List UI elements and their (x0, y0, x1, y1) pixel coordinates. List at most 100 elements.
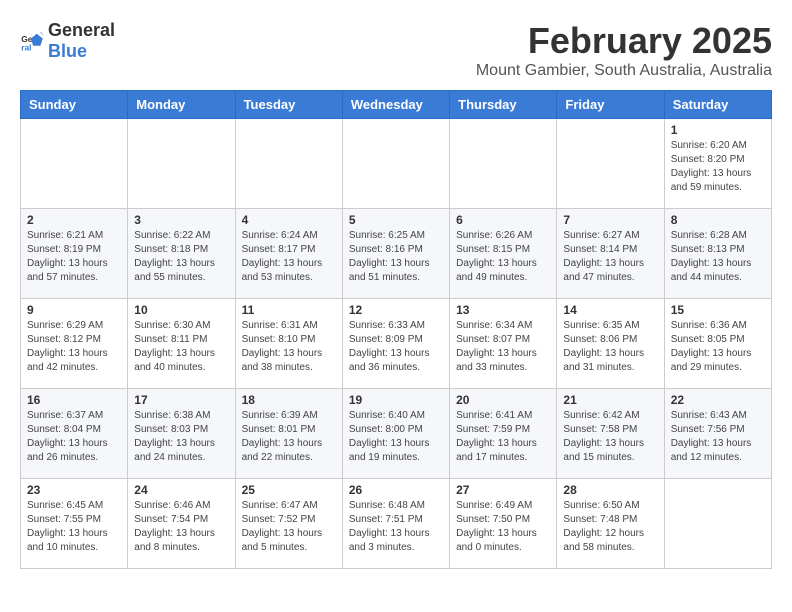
day-number: 20 (456, 393, 550, 407)
day-number: 19 (349, 393, 443, 407)
calendar-cell: 17 Sunrise: 6:38 AM Sunset: 8:03 PM Dayli… (128, 389, 235, 479)
day-info: Sunrise: 6:24 AM Sunset: 8:17 PM Dayligh… (242, 229, 336, 285)
day-number: 11 (242, 303, 336, 317)
day-info: Sunrise: 6:50 AM Sunset: 7:48 PM Dayligh… (563, 499, 657, 555)
title-area: February 2025 Mount Gambier, South Austr… (476, 20, 772, 80)
day-number: 23 (27, 483, 121, 497)
day-info: Sunrise: 6:33 AM Sunset: 8:09 PM Dayligh… (349, 319, 443, 375)
day-info: Sunrise: 6:28 AM Sunset: 8:13 PM Dayligh… (671, 229, 765, 285)
weekday-header: Friday (557, 91, 664, 119)
logo: Gene ral General Blue (20, 20, 115, 62)
day-info: Sunrise: 6:30 AM Sunset: 8:11 PM Dayligh… (134, 319, 228, 375)
calendar-header-row: SundayMondayTuesdayWednesdayThursdayFrid… (21, 91, 772, 119)
calendar-cell: 15 Sunrise: 6:36 AM Sunset: 8:05 PM Dayli… (664, 299, 771, 389)
day-number: 24 (134, 483, 228, 497)
day-number: 28 (563, 483, 657, 497)
calendar-week-row: 1 Sunrise: 6:20 AM Sunset: 8:20 PM Daylig… (21, 119, 772, 209)
calendar-cell (342, 119, 449, 209)
day-info: Sunrise: 6:26 AM Sunset: 8:15 PM Dayligh… (456, 229, 550, 285)
day-number: 14 (563, 303, 657, 317)
day-number: 8 (671, 213, 765, 227)
calendar-table: SundayMondayTuesdayWednesdayThursdayFrid… (20, 90, 772, 569)
logo-blue: Blue (48, 41, 87, 61)
day-number: 15 (671, 303, 765, 317)
calendar-cell: 5 Sunrise: 6:25 AM Sunset: 8:16 PM Daylig… (342, 209, 449, 299)
day-info: Sunrise: 6:37 AM Sunset: 8:04 PM Dayligh… (27, 409, 121, 465)
day-info: Sunrise: 6:25 AM Sunset: 8:16 PM Dayligh… (349, 229, 443, 285)
day-number: 2 (27, 213, 121, 227)
calendar-week-row: 9 Sunrise: 6:29 AM Sunset: 8:12 PM Daylig… (21, 299, 772, 389)
calendar-cell (557, 119, 664, 209)
day-number: 4 (242, 213, 336, 227)
calendar-cell: 23 Sunrise: 6:45 AM Sunset: 7:55 PM Dayli… (21, 479, 128, 569)
day-number: 7 (563, 213, 657, 227)
calendar-cell: 9 Sunrise: 6:29 AM Sunset: 8:12 PM Daylig… (21, 299, 128, 389)
calendar-cell: 21Sunrise: 6:42 AM Sunset: 7:58 PM Dayli… (557, 389, 664, 479)
day-info: Sunrise: 6:49 AM Sunset: 7:50 PM Dayligh… (456, 499, 550, 555)
day-number: 25 (242, 483, 336, 497)
calendar-cell: 18Sunrise: 6:39 AM Sunset: 8:01 PM Dayli… (235, 389, 342, 479)
calendar-cell (21, 119, 128, 209)
day-info: Sunrise: 6:21 AM Sunset: 8:19 PM Dayligh… (27, 229, 121, 285)
weekday-header: Tuesday (235, 91, 342, 119)
calendar-cell: 8 Sunrise: 6:28 AM Sunset: 8:13 PM Daylig… (664, 209, 771, 299)
day-number: 9 (27, 303, 121, 317)
day-info: Sunrise: 6:34 AM Sunset: 8:07 PM Dayligh… (456, 319, 550, 375)
day-number: 27 (456, 483, 550, 497)
calendar-cell: 16Sunrise: 6:37 AM Sunset: 8:04 PM Dayli… (21, 389, 128, 479)
day-number: 12 (349, 303, 443, 317)
day-info: Sunrise: 6:38 AM Sunset: 8:03 PM Dayligh… (134, 409, 228, 465)
day-info: Sunrise: 6:41 AM Sunset: 7:59 PM Dayligh… (456, 409, 550, 465)
calendar-cell: 7 Sunrise: 6:27 AM Sunset: 8:14 PM Daylig… (557, 209, 664, 299)
day-number: 1 (671, 123, 765, 137)
calendar-cell (664, 479, 771, 569)
day-info: Sunrise: 6:47 AM Sunset: 7:52 PM Dayligh… (242, 499, 336, 555)
calendar-cell: 26 Sunrise: 6:48 AM Sunset: 7:51 PM Dayli… (342, 479, 449, 569)
svg-text:ral: ral (21, 43, 31, 53)
calendar-week-row: 23 Sunrise: 6:45 AM Sunset: 7:55 PM Dayli… (21, 479, 772, 569)
calendar-cell: 3 Sunrise: 6:22 AM Sunset: 8:18 PM Daylig… (128, 209, 235, 299)
day-number: 17 (134, 393, 228, 407)
calendar-cell: 20 Sunrise: 6:41 AM Sunset: 7:59 PM Dayli… (450, 389, 557, 479)
calendar-cell: 10 Sunrise: 6:30 AM Sunset: 8:11 PM Dayli… (128, 299, 235, 389)
day-info: Sunrise: 6:20 AM Sunset: 8:20 PM Dayligh… (671, 139, 765, 195)
calendar-cell: 2 Sunrise: 6:21 AM Sunset: 8:19 PM Daylig… (21, 209, 128, 299)
weekday-header: Saturday (664, 91, 771, 119)
day-number: 5 (349, 213, 443, 227)
calendar-cell: 6 Sunrise: 6:26 AM Sunset: 8:15 PM Daylig… (450, 209, 557, 299)
day-number: 13 (456, 303, 550, 317)
header: Gene ral General Blue February 2025 Moun… (20, 20, 772, 80)
day-info: Sunrise: 6:40 AM Sunset: 8:00 PM Dayligh… (349, 409, 443, 465)
day-number: 10 (134, 303, 228, 317)
day-info: Sunrise: 6:36 AM Sunset: 8:05 PM Dayligh… (671, 319, 765, 375)
calendar-cell (450, 119, 557, 209)
day-number: 3 (134, 213, 228, 227)
logo-general: General (48, 20, 115, 40)
day-info: Sunrise: 6:31 AM Sunset: 8:10 PM Dayligh… (242, 319, 336, 375)
day-info: Sunrise: 6:22 AM Sunset: 8:18 PM Dayligh… (134, 229, 228, 285)
calendar-cell: 24Sunrise: 6:46 AM Sunset: 7:54 PM Dayli… (128, 479, 235, 569)
calendar-cell: 13 Sunrise: 6:34 AM Sunset: 8:07 PM Dayli… (450, 299, 557, 389)
day-info: Sunrise: 6:48 AM Sunset: 7:51 PM Dayligh… (349, 499, 443, 555)
weekday-header: Sunday (21, 91, 128, 119)
day-info: Sunrise: 6:45 AM Sunset: 7:55 PM Dayligh… (27, 499, 121, 555)
day-number: 22 (671, 393, 765, 407)
day-number: 6 (456, 213, 550, 227)
day-info: Sunrise: 6:29 AM Sunset: 8:12 PM Dayligh… (27, 319, 121, 375)
day-info: Sunrise: 6:27 AM Sunset: 8:14 PM Dayligh… (563, 229, 657, 285)
calendar-cell: 22 Sunrise: 6:43 AM Sunset: 7:56 PM Dayli… (664, 389, 771, 479)
location-title: Mount Gambier, South Australia, Australi… (476, 62, 772, 80)
calendar-cell: 25 Sunrise: 6:47 AM Sunset: 7:52 PM Dayli… (235, 479, 342, 569)
calendar-cell: 1 Sunrise: 6:20 AM Sunset: 8:20 PM Daylig… (664, 119, 771, 209)
weekday-header: Monday (128, 91, 235, 119)
day-info: Sunrise: 6:39 AM Sunset: 8:01 PM Dayligh… (242, 409, 336, 465)
day-info: Sunrise: 6:43 AM Sunset: 7:56 PM Dayligh… (671, 409, 765, 465)
day-number: 26 (349, 483, 443, 497)
calendar-cell (128, 119, 235, 209)
calendar-cell (235, 119, 342, 209)
calendar-week-row: 2 Sunrise: 6:21 AM Sunset: 8:19 PM Daylig… (21, 209, 772, 299)
calendar-cell: 28 Sunrise: 6:50 AM Sunset: 7:48 PM Dayli… (557, 479, 664, 569)
weekday-header: Wednesday (342, 91, 449, 119)
calendar-cell: 14Sunrise: 6:35 AM Sunset: 8:06 PM Dayli… (557, 299, 664, 389)
day-number: 21 (563, 393, 657, 407)
